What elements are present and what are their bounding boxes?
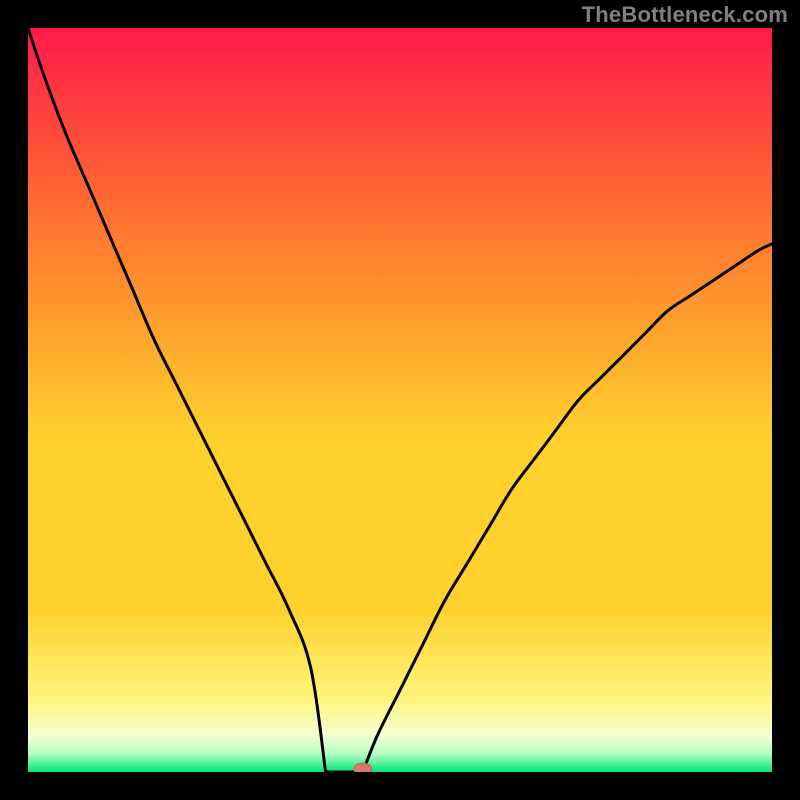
optimal-point-marker [354,763,372,772]
watermark-text: TheBottleneck.com [582,2,788,28]
plot-area [28,28,772,772]
gradient-background [28,28,772,772]
bottleneck-chart [28,28,772,772]
chart-container: TheBottleneck.com [0,0,800,800]
